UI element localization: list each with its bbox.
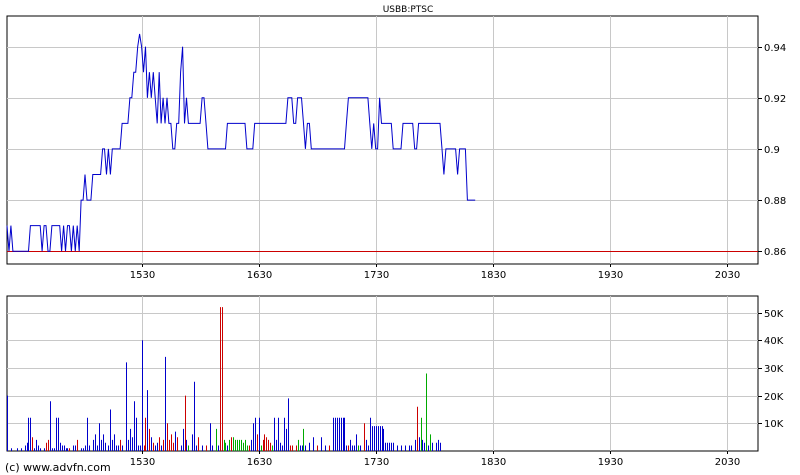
price-x-tick-label: 1630 xyxy=(247,270,272,281)
price-x-tick-label: 2030 xyxy=(715,270,740,281)
price-panel-frame xyxy=(6,15,759,265)
volume-x-tick-label: 1530 xyxy=(130,457,155,468)
volume-x-tick-label: 2030 xyxy=(715,457,740,468)
volume-x-axis: 1530 1630 1730 1830 1930 2030 xyxy=(130,451,740,468)
volume-x-tick-label: 1830 xyxy=(481,457,506,468)
volume-x-tick-label: 1630 xyxy=(247,457,272,468)
price-y-tick-label: 0.92 xyxy=(764,94,786,105)
chart-title: USBB:PTSC xyxy=(383,5,434,15)
price-x-tick-label: 1930 xyxy=(598,270,623,281)
price-panel: 0.86 0.88 0.9 0.92 0.94 1530 1630 1730 1830 1930… xyxy=(6,15,786,281)
volume-x-tick-label: 1730 xyxy=(364,457,389,468)
price-y-tick-label: 0.88 xyxy=(764,196,786,207)
volume-y-tick-label: 10K xyxy=(764,419,784,430)
price-y-tick-label: 0.86 xyxy=(764,247,786,258)
chart-canvas: USBB:PTSC 0.86 0.88 0.9 0.92 0.94 1530 1630 17… xyxy=(5,5,786,474)
price-x-axis: 1530 1630 1730 1830 1930 2030 xyxy=(130,264,740,281)
volume-y-tick-label: 50K xyxy=(764,309,784,320)
volume-y-tick-label: 20K xyxy=(764,392,784,403)
volume-y-tick-label: 40K xyxy=(764,336,784,347)
price-y-tick-label: 0.9 xyxy=(764,145,780,156)
price-x-tick-label: 1730 xyxy=(364,270,389,281)
price-x-tick-label: 1830 xyxy=(481,270,506,281)
volume-panel: 10K 20K 30K 40K 50K 1530 1630 1730 1830 1930 2030 xyxy=(6,295,784,468)
volume-x-tick-label: 1930 xyxy=(598,457,623,468)
price-y-tick-label: 0.94 xyxy=(764,43,786,54)
price-x-tick-label: 1530 xyxy=(130,270,155,281)
volume-y-axis: 10K 20K 30K 40K 50K xyxy=(758,309,784,430)
copyright-footer: (c) www.advfn.com xyxy=(5,461,111,474)
volume-y-tick-label: 30K xyxy=(764,364,784,375)
price-y-axis: 0.86 0.88 0.9 0.92 0.94 xyxy=(758,43,786,258)
